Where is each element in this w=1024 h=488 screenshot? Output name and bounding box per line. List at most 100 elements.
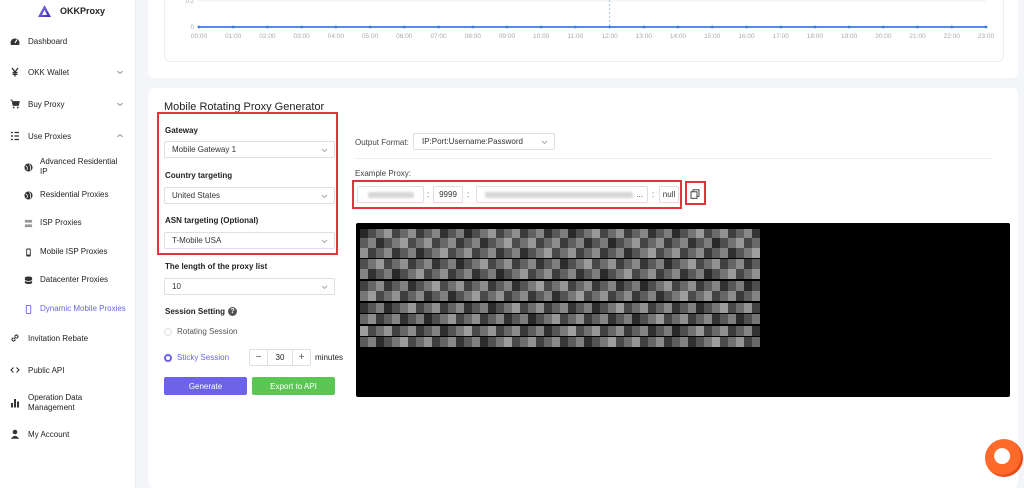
pixel: [520, 326, 528, 336]
pixel: [480, 248, 488, 258]
pixel: [448, 259, 456, 269]
pixel: [368, 314, 376, 324]
pixel: [496, 269, 504, 279]
pixel: [440, 326, 448, 336]
pixel: [448, 269, 456, 279]
sidebar-item-okk-wallet[interactable]: OKK Wallet: [0, 59, 136, 85]
pixel: [400, 303, 408, 313]
x-tick-label: 16:00: [738, 33, 755, 40]
pixel: [736, 291, 744, 301]
pixel: [400, 259, 408, 269]
sidebar-item-residential-proxies[interactable]: Residential Proxies: [0, 185, 136, 205]
data-point: [402, 25, 406, 29]
pixel: [744, 269, 752, 279]
chevron-down-icon: [321, 148, 328, 153]
chat-support-button[interactable]: [985, 439, 1023, 477]
pixel: [680, 259, 688, 269]
sticky-session-radio[interactable]: Sticky Session: [164, 353, 229, 362]
data-point: [813, 25, 817, 29]
pixel: [440, 238, 448, 248]
data-point: [710, 25, 714, 29]
pixel: [688, 303, 696, 313]
pixel: [528, 238, 536, 248]
copy-button[interactable]: [687, 186, 702, 201]
pixel: [392, 337, 400, 347]
pixel: [600, 259, 608, 269]
pixel: [752, 281, 760, 291]
asn-select[interactable]: T-Mobile USA: [164, 232, 335, 249]
pixel: [560, 248, 568, 258]
proxy-output-console[interactable]: [356, 223, 1010, 397]
pixel: [424, 281, 432, 291]
x-tick-label: 00:00: [191, 33, 208, 40]
pixel: [384, 259, 392, 269]
sidebar-item-isp-proxies[interactable]: ISP Proxies: [0, 213, 136, 233]
pixel: [472, 281, 480, 291]
pixel: [576, 326, 584, 336]
pixel: [728, 238, 736, 248]
sidebar-item-label: ISP Proxies: [40, 218, 82, 227]
pixel: [568, 291, 576, 301]
proxy-ip-field[interactable]: [357, 186, 424, 203]
pixel: [720, 326, 728, 336]
pixel: [688, 269, 696, 279]
pixel: [560, 326, 568, 336]
pixel: [696, 303, 704, 313]
country-select[interactable]: United States: [164, 187, 335, 204]
proxy-port-field[interactable]: 9999: [433, 186, 463, 203]
pixel: [536, 248, 544, 258]
pixel: [368, 248, 376, 258]
pixel: [376, 314, 384, 324]
sidebar-item-datacenter-proxies[interactable]: Datacenter Proxies: [0, 270, 136, 290]
pixel: [400, 269, 408, 279]
export-to-api-button[interactable]: Export to API: [252, 377, 335, 395]
generate-button[interactable]: Generate: [164, 377, 247, 395]
pixel: [448, 248, 456, 258]
sidebar-item-use-proxies[interactable]: Use Proxies: [0, 123, 136, 149]
chevron-down-icon: [321, 194, 328, 199]
sidebar-item-mobile-isp-proxies[interactable]: Mobile ISP Proxies: [0, 242, 136, 262]
pixel: [664, 238, 672, 248]
increment-button[interactable]: +: [293, 350, 310, 365]
session-minutes-stepper[interactable]: − 30 +: [249, 349, 311, 366]
sidebar-item-dashboard[interactable]: Dashboard: [0, 28, 136, 54]
proxy-username-field[interactable]: ...: [476, 186, 648, 203]
sidebar-item-operation-data-management[interactable]: Operation Data Management: [0, 389, 136, 417]
x-tick-label: 12:00: [601, 33, 618, 40]
pixel: [472, 314, 480, 324]
proxy-list-length-value: 10: [172, 282, 181, 291]
pixel: [448, 303, 456, 313]
pixel: [600, 238, 608, 248]
proxy-list-length-select[interactable]: 10: [164, 278, 335, 295]
pixel: [504, 259, 512, 269]
output-format-value: IP:Port:Username:Password: [422, 137, 523, 146]
proxy-password-field[interactable]: null: [659, 186, 679, 203]
pixel: [456, 281, 464, 291]
pixel: [568, 326, 576, 336]
pixel: [704, 248, 712, 258]
sidebar-item-advanced-residential-ip[interactable]: Advanced Residential IP: [0, 156, 136, 178]
sidebar-item-my-account[interactable]: My Account: [0, 421, 136, 447]
pixel: [480, 269, 488, 279]
gateway-select[interactable]: Mobile Gateway 1: [164, 141, 335, 158]
decrement-button[interactable]: −: [250, 350, 267, 365]
pixel: [360, 326, 368, 336]
brand[interactable]: OKKProxy: [38, 5, 105, 17]
x-tick-label: 15:00: [704, 33, 721, 40]
pixel: [432, 259, 440, 269]
pixel: [688, 238, 696, 248]
pixel: [496, 259, 504, 269]
pixel: [568, 259, 576, 269]
sidebar-item-public-api[interactable]: Public API: [0, 357, 136, 383]
output-format-select[interactable]: IP:Port:Username:Password: [413, 133, 555, 150]
rotating-session-radio[interactable]: Rotating Session: [164, 327, 237, 336]
pixel: [528, 259, 536, 269]
pixel: [456, 303, 464, 313]
sidebar-item-dynamic-mobile-proxies[interactable]: Dynamic Mobile Proxies: [0, 297, 136, 321]
data-point: [950, 25, 954, 29]
pixel: [712, 337, 720, 347]
sidebar-item-invitation-rebate[interactable]: Invitation Rebate: [0, 325, 136, 351]
help-icon[interactable]: ?: [228, 307, 238, 317]
sidebar-item-buy-proxy[interactable]: Buy Proxy: [0, 91, 136, 117]
session-minutes-input[interactable]: 30: [267, 350, 293, 365]
